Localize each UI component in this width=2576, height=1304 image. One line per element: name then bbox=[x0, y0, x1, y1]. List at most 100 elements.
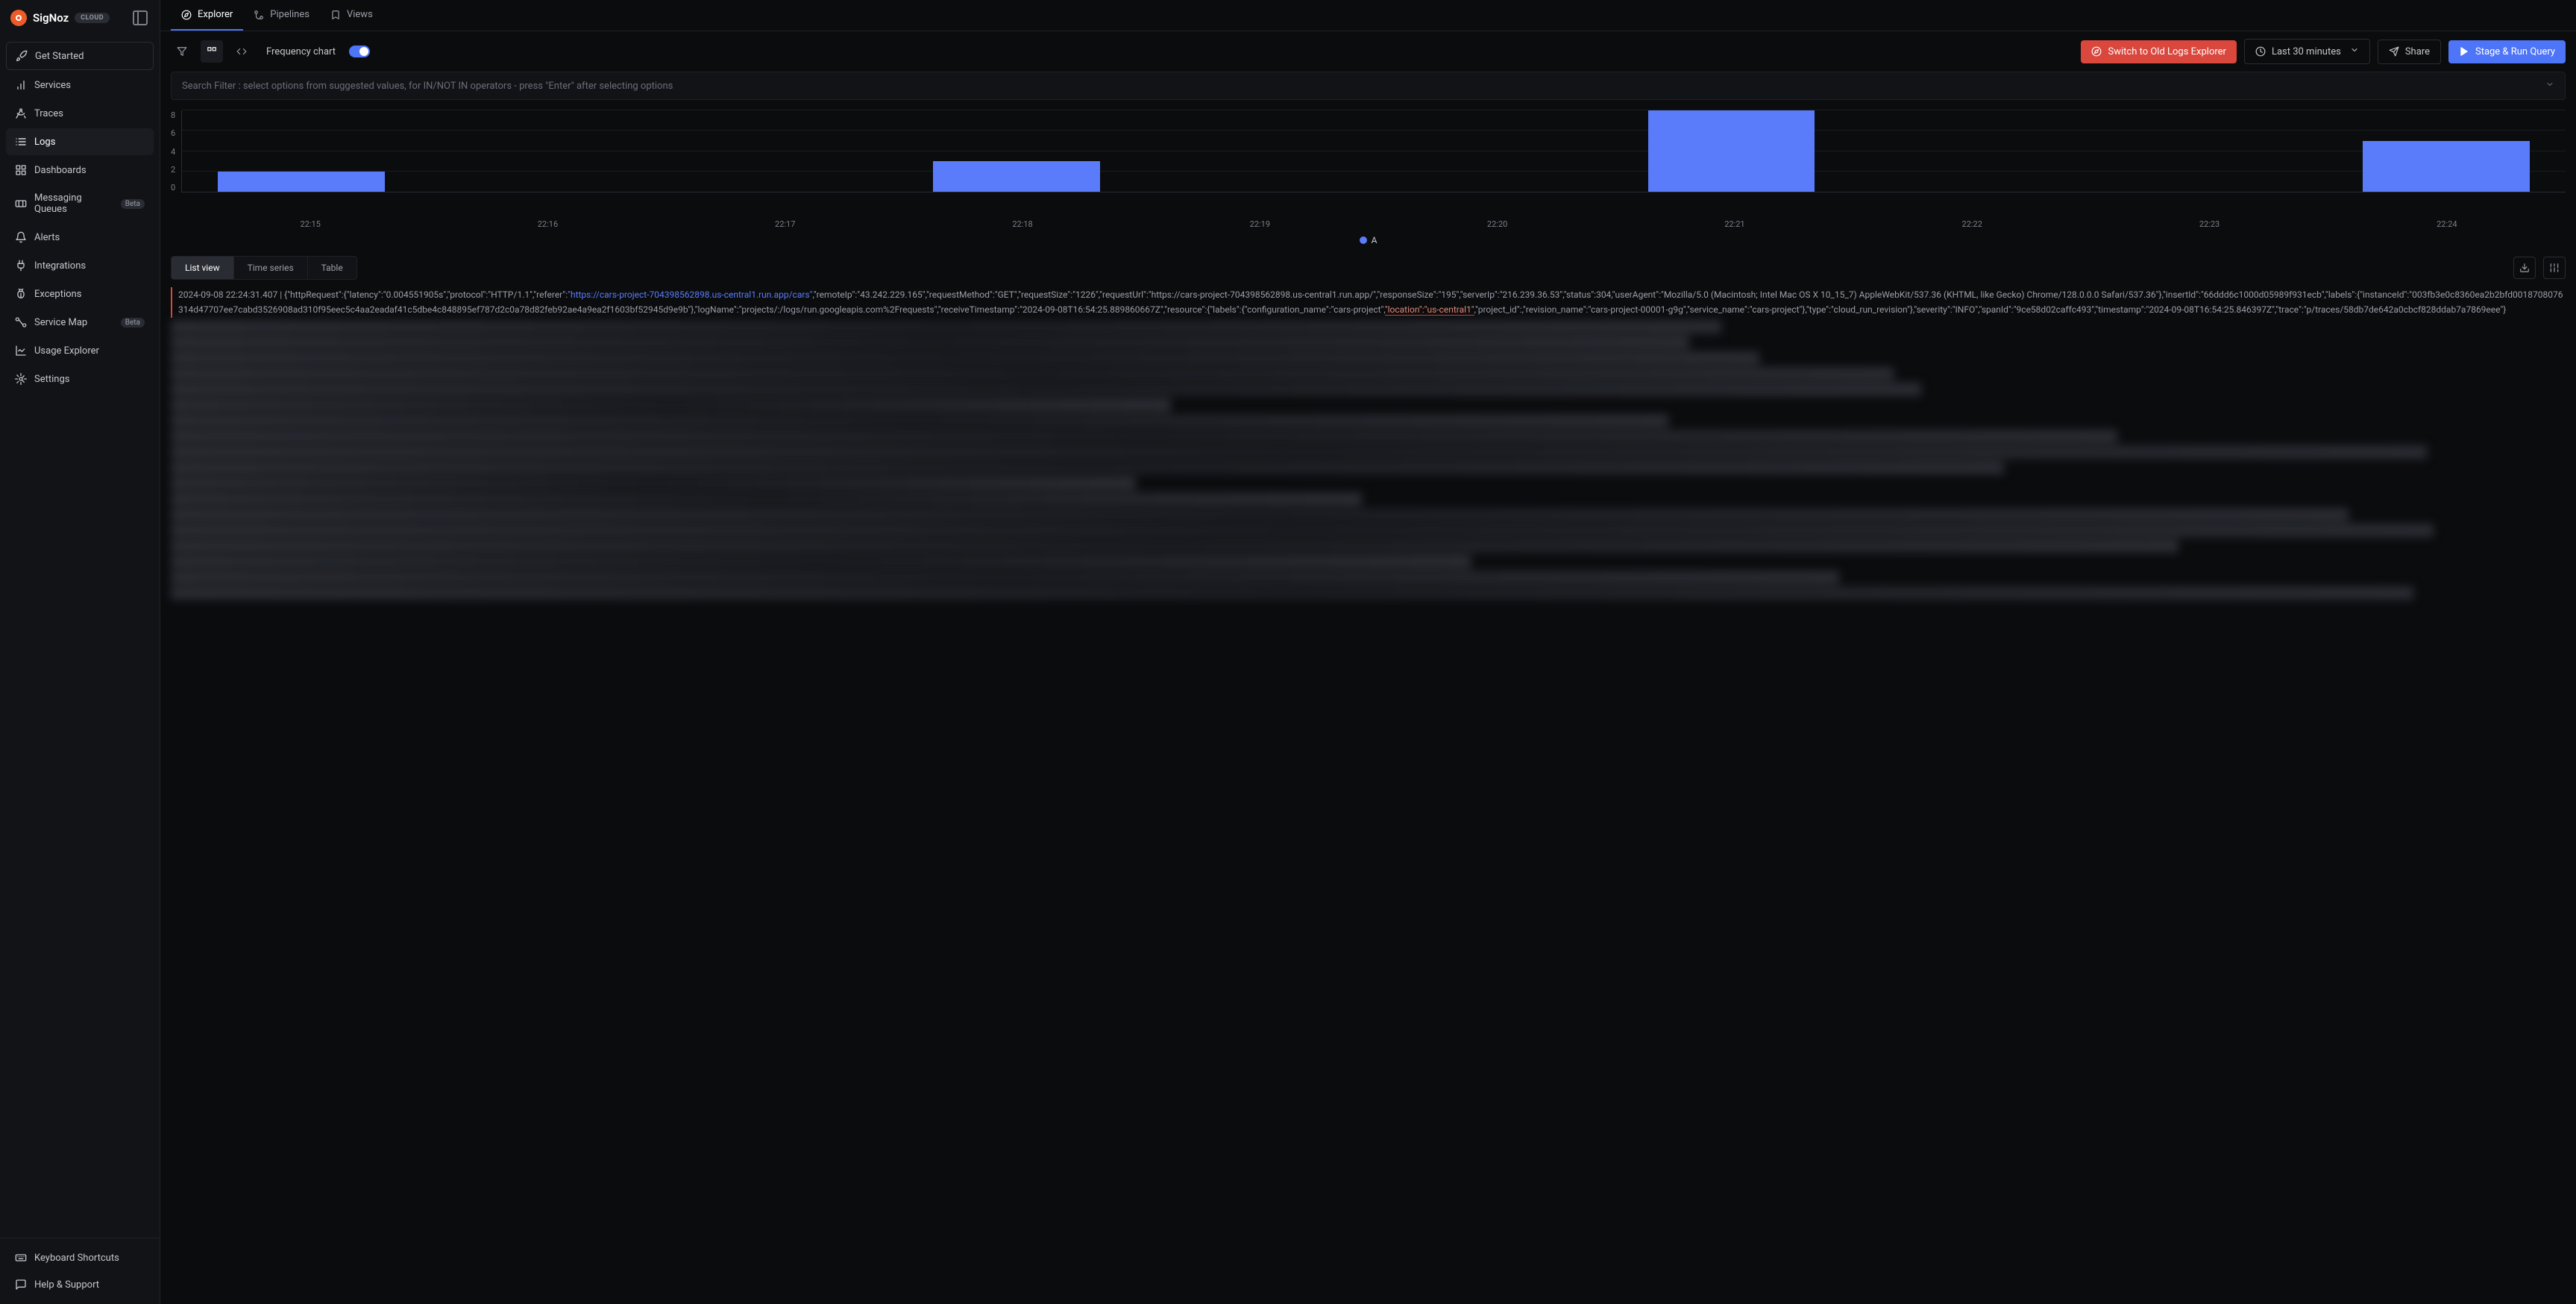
nav-logs[interactable]: Logs bbox=[6, 128, 154, 155]
chart-line-icon bbox=[15, 345, 27, 357]
query-builder-button[interactable] bbox=[201, 40, 223, 63]
nav-keyboard-shortcuts[interactable]: Keyboard Shortcuts bbox=[6, 1244, 154, 1271]
plug-icon bbox=[15, 260, 27, 272]
bell-icon bbox=[15, 231, 27, 243]
filter-button[interactable] bbox=[171, 40, 193, 63]
nav-usage-explorer[interactable]: Usage Explorer bbox=[6, 337, 154, 364]
nav-messaging-queues[interactable]: Messaging Queues Beta bbox=[6, 185, 154, 222]
nav-alerts[interactable]: Alerts bbox=[6, 224, 154, 251]
logo-icon bbox=[10, 10, 27, 26]
nav-label: Alerts bbox=[34, 232, 60, 243]
log-location-highlight: "location":"us-central1" bbox=[1385, 304, 1474, 316]
tab-label: Pipelines bbox=[270, 9, 310, 20]
code-button[interactable] bbox=[230, 40, 253, 63]
switch-old-logs-button[interactable]: Switch to Old Logs Explorer bbox=[2081, 40, 2236, 63]
chart-plot bbox=[181, 110, 2566, 192]
nav-label: Messaging Queues bbox=[34, 192, 113, 215]
tab-label: Explorer bbox=[198, 9, 233, 20]
nav: Get Started Services Traces Logs Dashboa… bbox=[0, 36, 160, 1238]
toolbar: Frequency chart Switch to Old Logs Explo… bbox=[160, 31, 2576, 72]
chat-icon bbox=[15, 1279, 27, 1291]
compass-icon bbox=[2091, 46, 2102, 57]
time-range-button[interactable]: Last 30 minutes bbox=[2244, 39, 2370, 64]
compass-icon bbox=[181, 10, 192, 20]
bookmark-icon bbox=[330, 10, 341, 20]
view-tab-timeseries[interactable]: Time series bbox=[234, 257, 308, 279]
log-row[interactable]: 2024-09-08 22:24:31.407 | {"httpRequest"… bbox=[171, 287, 2566, 318]
tab-pipelines[interactable]: Pipelines bbox=[243, 0, 320, 31]
view-tabs: List view Time series Table bbox=[171, 256, 357, 280]
queue-icon bbox=[15, 198, 27, 210]
nav-label: Help & Support bbox=[34, 1279, 99, 1291]
share-button[interactable]: Share bbox=[2378, 40, 2441, 64]
search-placeholder: Search Filter : select options from sugg… bbox=[182, 81, 673, 92]
search-filter-input[interactable]: Search Filter : select options from sugg… bbox=[171, 72, 2566, 100]
chart-bar[interactable] bbox=[933, 161, 1100, 192]
chart-y-axis: 86420 bbox=[171, 110, 181, 192]
nav-settings[interactable]: Settings bbox=[6, 366, 154, 392]
bar-chart-icon bbox=[15, 79, 27, 91]
main: Explorer Pipelines Views Frequency chart… bbox=[160, 0, 2576, 1304]
chart-x-axis: 22:1522:1622:1722:1822:1922:2022:2122:22… bbox=[192, 215, 2566, 229]
sidebar-header: SigNoz CLOUD bbox=[0, 0, 160, 36]
nav-services[interactable]: Services bbox=[6, 72, 154, 98]
nav-dashboards[interactable]: Dashboards bbox=[6, 157, 154, 184]
clock-icon bbox=[2255, 46, 2266, 57]
download-button[interactable] bbox=[2513, 257, 2536, 279]
nav-traces[interactable]: Traces bbox=[6, 100, 154, 127]
frequency-chart-label: Frequency chart bbox=[266, 46, 336, 57]
run-query-button[interactable]: Stage & Run Query bbox=[2448, 40, 2566, 63]
nav-label: Exceptions bbox=[34, 289, 81, 300]
nav-label: Service Map bbox=[34, 317, 87, 328]
nav-service-map[interactable]: Service Map Beta bbox=[6, 309, 154, 336]
cloud-badge: CLOUD bbox=[75, 13, 110, 23]
nav-label: Integrations bbox=[34, 260, 86, 272]
logs-list[interactable]: 2024-09-08 22:24:31.407 | {"httpRequest"… bbox=[160, 287, 2576, 1304]
chart-legend: A bbox=[171, 229, 2566, 248]
tab-views[interactable]: Views bbox=[320, 0, 383, 31]
nav-label: Settings bbox=[34, 374, 69, 385]
grid-icon bbox=[15, 164, 27, 176]
drafting-icon bbox=[15, 107, 27, 119]
git-branch-icon bbox=[254, 10, 264, 20]
logs-icon bbox=[15, 136, 27, 148]
beta-badge: Beta bbox=[121, 318, 145, 327]
nav-exceptions[interactable]: Exceptions bbox=[6, 280, 154, 307]
view-tab-list[interactable]: List view bbox=[172, 257, 234, 279]
play-icon bbox=[2459, 46, 2469, 57]
nav-label: Logs bbox=[34, 137, 55, 148]
keyboard-icon bbox=[15, 1252, 27, 1264]
log-url-highlight: "https://cars-project-704398562898.us-ce… bbox=[568, 289, 812, 300]
frequency-chart: 86420 22:1522:1622:1722:1822:1922:2022:2… bbox=[160, 110, 2576, 256]
view-controls: List view Time series Table bbox=[160, 256, 2576, 287]
nav-help-support[interactable]: Help & Support bbox=[6, 1271, 154, 1298]
view-tab-table[interactable]: Table bbox=[308, 257, 356, 279]
chevron-down-icon bbox=[2545, 80, 2554, 92]
nav-label: Dashboards bbox=[34, 165, 87, 176]
chevron-down-icon bbox=[2350, 46, 2359, 57]
sidebar: SigNoz CLOUD Get Started Services Traces… bbox=[0, 0, 160, 1304]
brand-name: SigNoz bbox=[33, 11, 69, 25]
beta-badge: Beta bbox=[121, 199, 145, 209]
top-tabs: Explorer Pipelines Views bbox=[160, 0, 2576, 31]
nav-label: Keyboard Shortcuts bbox=[34, 1253, 119, 1264]
nav-label: Traces bbox=[34, 108, 63, 119]
nav-get-started[interactable]: Get Started bbox=[6, 42, 154, 70]
frequency-chart-toggle[interactable] bbox=[349, 46, 370, 57]
nav-integrations[interactable]: Integrations bbox=[6, 252, 154, 279]
chart-bar[interactable] bbox=[2363, 141, 2530, 192]
bug-icon bbox=[15, 288, 27, 300]
legend-dot bbox=[1360, 236, 1367, 244]
gear-icon bbox=[15, 373, 27, 385]
send-icon bbox=[2389, 46, 2399, 57]
columns-button[interactable] bbox=[2543, 257, 2566, 279]
tab-label: Views bbox=[347, 9, 373, 20]
sidebar-collapse-button[interactable] bbox=[131, 9, 149, 27]
chart-bar[interactable] bbox=[218, 172, 385, 192]
nav-label: Services bbox=[34, 80, 71, 91]
tab-explorer[interactable]: Explorer bbox=[171, 0, 243, 31]
blurred-logs bbox=[171, 320, 2566, 600]
rocket-icon bbox=[16, 50, 28, 62]
chart-bar[interactable] bbox=[1648, 110, 1815, 192]
map-icon bbox=[15, 316, 27, 328]
